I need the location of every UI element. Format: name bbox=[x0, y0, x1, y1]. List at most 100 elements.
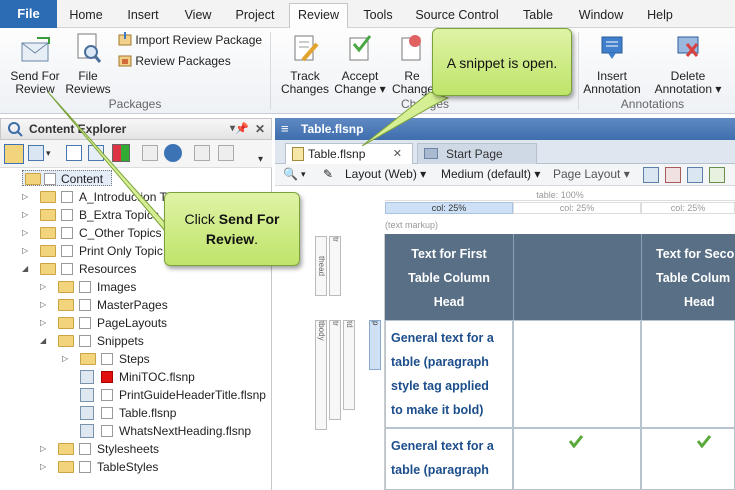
checkbox[interactable] bbox=[79, 299, 91, 311]
tab-window[interactable]: Window bbox=[572, 3, 630, 27]
checkbox[interactable] bbox=[61, 209, 73, 221]
tree-item-snippet[interactable]: WhatsNextHeading.flsnp bbox=[62, 422, 260, 440]
checkbox[interactable] bbox=[61, 245, 73, 257]
tree-item-folder[interactable]: ◢ Snippets bbox=[40, 332, 260, 350]
tab-review[interactable]: Review bbox=[289, 3, 348, 29]
checkbox[interactable] bbox=[101, 425, 113, 437]
tree-item-snippet[interactable]: PrintGuideHeaderTitle.flsnp bbox=[62, 386, 266, 404]
chevron-right-icon[interactable]: ▷ bbox=[40, 296, 50, 314]
chevron-down-icon[interactable]: ▾ bbox=[46, 148, 51, 159]
column-ruler-2[interactable]: col: 25% bbox=[513, 202, 641, 214]
tree-item-snippet[interactable]: MiniTOC.flsnp bbox=[62, 368, 260, 386]
table-cell[interactable] bbox=[513, 320, 641, 428]
view-mode-icon[interactable] bbox=[687, 167, 703, 183]
p-tag[interactable]: p bbox=[369, 320, 381, 370]
checkbox[interactable] bbox=[44, 173, 56, 185]
new-item-icon[interactable] bbox=[66, 145, 82, 161]
file-reviews-button[interactable]: File Reviews bbox=[64, 32, 112, 96]
tree-item-folder[interactable]: ▷ MasterPages bbox=[40, 296, 260, 314]
show-tags-icon[interactable] bbox=[665, 167, 681, 183]
tab-home[interactable]: Home bbox=[64, 3, 108, 27]
chevron-expanded-icon[interactable]: ◢ bbox=[22, 260, 32, 278]
file-tab[interactable]: File bbox=[0, 0, 57, 28]
checkbox[interactable] bbox=[79, 335, 91, 347]
chevron-right-icon[interactable]: ▷ bbox=[22, 206, 32, 224]
pin-icon[interactable]: 📌 bbox=[235, 119, 249, 139]
checkbox[interactable] bbox=[101, 389, 113, 401]
table-header-cell-1[interactable]: Text for First Table Column Head bbox=[385, 234, 513, 320]
table-header-cell-2[interactable] bbox=[513, 234, 641, 320]
track-changes-button[interactable]: Track Changes bbox=[280, 32, 330, 96]
layout-dropdown[interactable]: Layout (Web) ▾ bbox=[345, 164, 426, 185]
tab-table-flsnp[interactable]: Table.flsnp ✕ bbox=[285, 143, 413, 164]
chevron-right-icon[interactable]: ▷ bbox=[40, 458, 50, 476]
preview-icon[interactable] bbox=[643, 167, 659, 183]
refresh-icon[interactable] bbox=[164, 144, 182, 162]
send-for-review-button[interactable]: Send For Review bbox=[6, 36, 64, 96]
tree-item-folder[interactable]: ▷ TableStyles bbox=[40, 458, 260, 476]
chevron-right-icon[interactable]: ▷ bbox=[22, 188, 32, 206]
document-menu-icon[interactable]: ≡ bbox=[281, 118, 289, 140]
close-icon[interactable]: ✕ bbox=[255, 119, 265, 139]
folder-view-icon[interactable] bbox=[4, 144, 24, 164]
tab-tools[interactable]: Tools bbox=[356, 3, 400, 27]
color-grid-icon[interactable] bbox=[112, 144, 130, 162]
panel-menu-icon[interactable]: ▾ bbox=[230, 119, 235, 139]
view-mode-icon[interactable] bbox=[28, 145, 44, 161]
tr-tag[interactable]: tr bbox=[329, 320, 341, 420]
tab-view[interactable]: View bbox=[178, 3, 218, 27]
tab-source-control[interactable]: Source Control bbox=[410, 3, 504, 27]
tr-tag[interactable]: tr bbox=[329, 236, 341, 296]
tab-insert[interactable]: Insert bbox=[120, 3, 166, 27]
close-tab-icon[interactable]: ✕ bbox=[393, 144, 402, 164]
tree-root-content[interactable]: Content bbox=[22, 170, 112, 186]
medium-dropdown[interactable]: Medium (default) ▾ bbox=[441, 164, 540, 185]
checkbox[interactable] bbox=[79, 443, 91, 455]
tree-item-folder[interactable]: ▷ Stylesheets bbox=[40, 440, 260, 458]
copy-icon[interactable] bbox=[88, 145, 104, 161]
tab-project[interactable]: Project bbox=[228, 3, 282, 27]
checkbox[interactable] bbox=[79, 281, 91, 293]
tree-item-snippet[interactable]: Table.flsnp bbox=[62, 404, 260, 422]
checkbox[interactable] bbox=[79, 317, 91, 329]
overflow-icon[interactable]: ▾ bbox=[258, 154, 263, 165]
thead-tag[interactable]: thead bbox=[315, 236, 327, 296]
checkbox[interactable] bbox=[61, 263, 73, 275]
tab-help[interactable]: Help bbox=[640, 3, 680, 27]
checkbox[interactable] bbox=[101, 371, 113, 383]
accept-change-button[interactable]: Accept Change ▾ bbox=[334, 32, 386, 96]
chevron-right-icon[interactable]: ▷ bbox=[40, 278, 50, 296]
column-ruler-1[interactable]: col: 25% bbox=[385, 202, 513, 214]
import-review-package-button[interactable]: Import Review Package bbox=[118, 32, 262, 48]
checkbox[interactable] bbox=[101, 353, 113, 365]
tab-table[interactable]: Table bbox=[516, 3, 560, 27]
chevron-right-icon[interactable]: ▷ bbox=[22, 242, 32, 260]
chevron-right-icon[interactable]: ▷ bbox=[40, 314, 50, 332]
checkbox[interactable] bbox=[79, 461, 91, 473]
chevron-expanded-icon[interactable]: ◢ bbox=[40, 332, 50, 350]
tbody-tag[interactable]: tbody bbox=[315, 320, 327, 430]
cut-icon[interactable] bbox=[142, 145, 158, 161]
table-cell[interactable] bbox=[641, 428, 735, 490]
tree-item-folder[interactable]: ▷ Steps bbox=[62, 350, 260, 368]
chevron-down-icon[interactable]: ▾ bbox=[301, 164, 306, 185]
checkbox[interactable] bbox=[101, 407, 113, 419]
tree-item-folder[interactable]: ▷ PageLayouts bbox=[40, 314, 260, 332]
table-header-cell-3[interactable]: Text for Seco Table Colum Head bbox=[641, 234, 735, 320]
properties-icon[interactable] bbox=[194, 145, 210, 161]
delete-annotation-button[interactable]: Delete Annotation ▾ bbox=[652, 32, 724, 96]
chevron-right-icon[interactable]: ▷ bbox=[22, 224, 32, 242]
tree-item-folder[interactable]: ▷ Images bbox=[40, 278, 260, 296]
chevron-right-icon[interactable]: ▷ bbox=[62, 350, 72, 368]
review-packages-button[interactable]: Review Packages bbox=[118, 53, 231, 69]
checkbox[interactable] bbox=[61, 191, 73, 203]
zoom-icon[interactable]: 🔍 bbox=[283, 164, 298, 185]
reject-change-button[interactable]: Re Change bbox=[392, 32, 434, 96]
export-icon[interactable] bbox=[218, 145, 234, 161]
table-cell[interactable] bbox=[641, 320, 735, 428]
chevron-right-icon[interactable]: ▷ bbox=[40, 440, 50, 458]
tab-start-page[interactable]: Start Page bbox=[417, 143, 537, 164]
insert-annotation-button[interactable]: Insert Annotation bbox=[580, 32, 644, 96]
image-icon[interactable] bbox=[709, 167, 725, 183]
column-ruler-3[interactable]: col: 25% bbox=[641, 202, 735, 214]
